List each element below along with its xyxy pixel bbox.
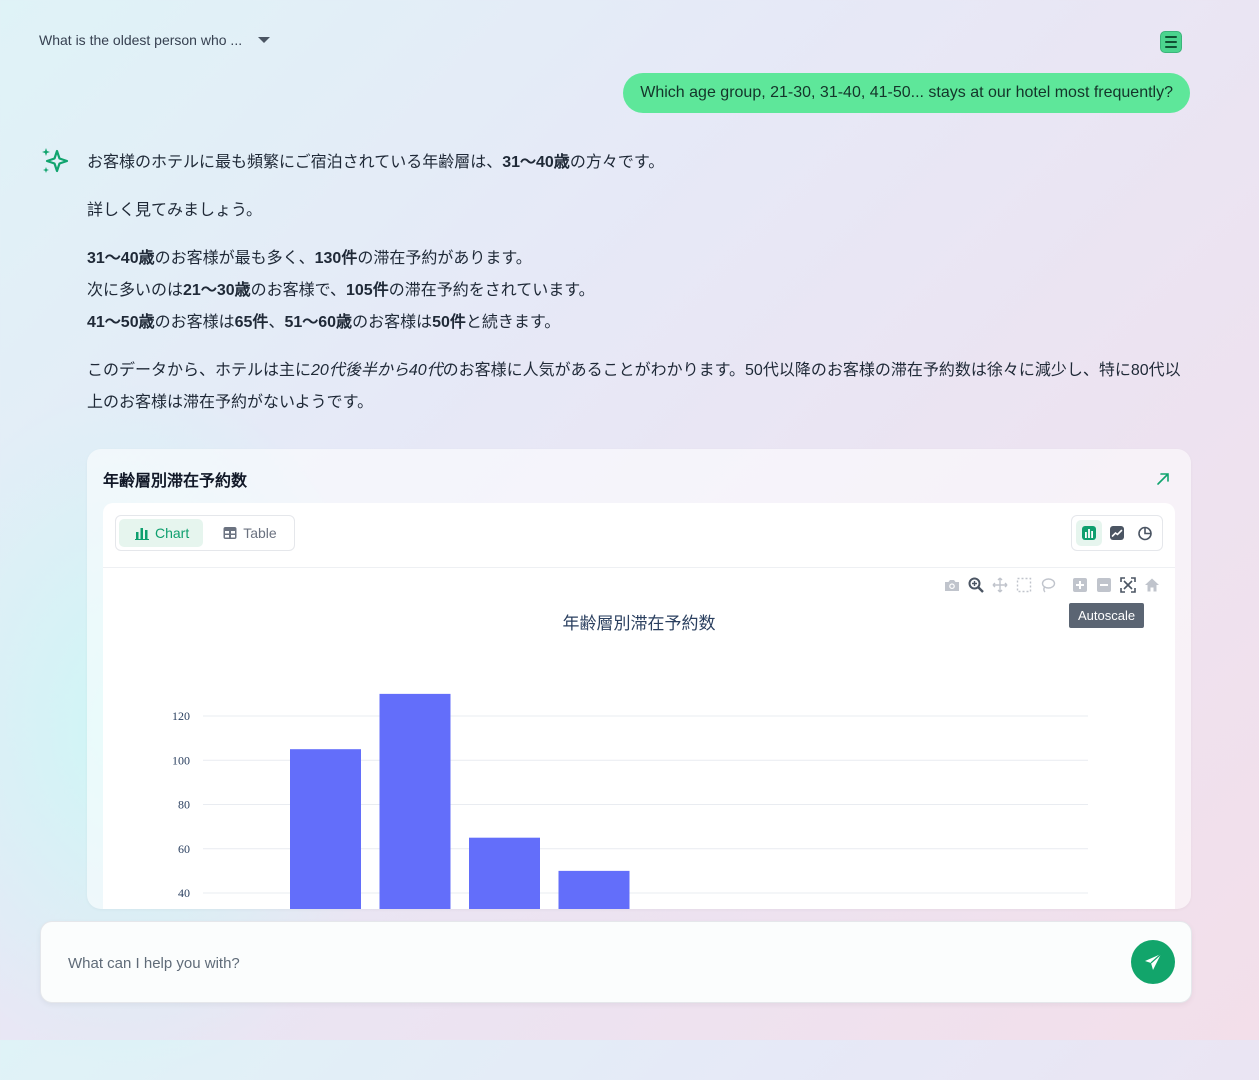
bar-type-button[interactable] (1076, 520, 1102, 546)
answer-line: 31〜40歳のお客様が最も多く、130件の滞在予約があります。 (87, 250, 532, 267)
conversation-title: What is the oldest person who ... (39, 32, 243, 48)
answer-paragraph: お客様のホテルに最も頻繁にご宿泊されている年齢層は、31〜40歳の方々です。 (87, 154, 665, 171)
camera-icon[interactable] (943, 576, 961, 594)
line-chart-icon (1110, 526, 1124, 540)
lasso-select-icon[interactable] (1039, 576, 1057, 594)
zoom-icon[interactable] (967, 576, 985, 594)
pie-type-button[interactable] (1132, 520, 1158, 546)
bar[interactable] (469, 837, 540, 909)
answer-paragraph: このデータから、ホテルは主に20代後半から40代のお客様に人気があることがわかり… (87, 362, 1181, 411)
expand-icon[interactable] (1155, 471, 1171, 487)
chart-panel: Chart Table 40 60 80 100 120 年齢層別滞在予約数 A… (103, 503, 1175, 909)
bar[interactable] (290, 749, 361, 909)
message-composer (40, 921, 1192, 1003)
sparkle-icon (42, 148, 69, 173)
y-tick-label: 80 (178, 798, 190, 812)
user-message-bubble: Which age group, 21-30, 31-40, 41-50... … (623, 73, 1190, 113)
bar-chart-icon (1082, 526, 1096, 540)
view-toggle: Chart Table (115, 515, 295, 551)
menu-icon[interactable] (1160, 31, 1182, 53)
tab-chart[interactable]: Chart (119, 519, 204, 547)
box-select-icon[interactable] (1015, 576, 1033, 594)
y-tick-label: 120 (172, 709, 190, 723)
answer-paragraph: 詳しく見てみましょう。 (87, 202, 263, 219)
zoom-out-icon[interactable] (1095, 576, 1113, 594)
y-tick-label: 60 (178, 842, 190, 856)
assistant-answer: お客様のホテルに最も頻繁にご宿泊されている年齢層は、31〜40歳の方々です。 詳… (87, 147, 1192, 419)
tab-table[interactable]: Table (207, 519, 290, 547)
answer-line: 41〜50歳のお客様は65件、51〜60歳のお客様は50件と続きます。 (87, 314, 561, 331)
zoom-in-icon[interactable] (1071, 576, 1089, 594)
autoscale-tooltip: Autoscale (1069, 603, 1145, 628)
line-type-button[interactable] (1104, 520, 1130, 546)
chart-title: 年齢層別滞在予約数 (562, 614, 716, 633)
bar[interactable] (558, 870, 630, 909)
chevron-down-icon[interactable] (258, 37, 271, 43)
table-icon (223, 527, 237, 539)
chart-modebar (943, 576, 1161, 594)
pan-icon[interactable] (991, 576, 1009, 594)
plot-area: 40 60 80 100 120 年齢層別滞在予約数 Autoscale (103, 568, 1175, 909)
chart-toolbar: Chart Table (103, 503, 1175, 568)
card-title: 年齢層別滞在予約数 (103, 473, 248, 490)
chart-type-toggle (1071, 515, 1163, 551)
bar[interactable] (379, 693, 451, 909)
pie-chart-icon (1138, 526, 1152, 541)
tab-chart-label: Chart (155, 525, 190, 541)
conversation-selector[interactable]: What is the oldest person who ... (39, 32, 271, 48)
y-tick-label: 40 (178, 886, 190, 900)
home-icon[interactable] (1143, 576, 1161, 594)
send-icon (1145, 953, 1162, 970)
send-button[interactable] (1131, 940, 1175, 984)
autoscale-icon[interactable] (1119, 576, 1137, 594)
message-input[interactable] (66, 950, 1070, 976)
y-tick-label: 100 (172, 753, 190, 767)
tab-table-label: Table (243, 525, 277, 541)
bar-chart-icon (135, 528, 149, 540)
chart-card: 年齢層別滞在予約数 Chart Table 40 60 80 100 120 年… (87, 449, 1191, 909)
answer-line: 次に多いのは21〜30歳のお客様で、105件の滞在予約をされています。 (87, 282, 595, 299)
